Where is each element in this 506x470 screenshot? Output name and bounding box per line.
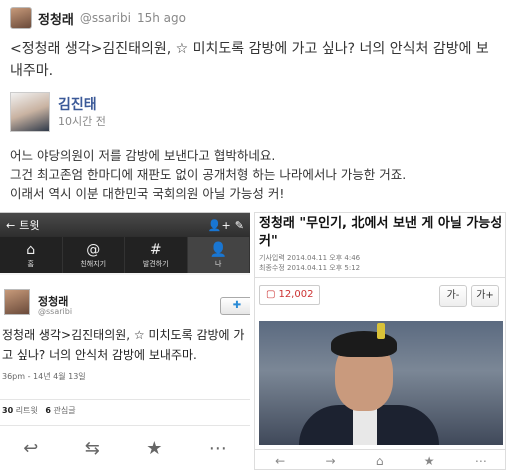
- favorite-label: 관심글: [53, 406, 76, 415]
- divider: [255, 277, 505, 278]
- avatar[interactable]: [10, 7, 32, 29]
- star-icon: ★: [146, 438, 163, 459]
- article-photo: [259, 321, 503, 445]
- back-arrow-icon: ←: [6, 218, 16, 232]
- article-published: 기사입력 2014.04.11 오후 4:46: [259, 254, 361, 262]
- home-icon: ⌂: [26, 241, 36, 258]
- news-article-screenshot: 정청래 "무인기, 北에서 보낸 게 아닐 가능성 커" 기사입력 2014.0…: [254, 212, 506, 470]
- photo-shirt: [353, 405, 377, 445]
- add-user-icon: 👤+: [207, 218, 231, 232]
- article-meta: 기사입력 2014.04.11 오후 4:46 최종수정 2014.04.11 …: [259, 253, 360, 273]
- retweet-icon: ⇆: [84, 438, 100, 459]
- article-title: 정청래 "무인기, 北에서 보낸 게 아닐 가능성 커": [259, 216, 503, 249]
- more-icon: ⋯: [208, 438, 227, 459]
- app-topbar: ← 트윗 👤+ ✎: [0, 213, 250, 237]
- back-icon: ←: [275, 453, 286, 468]
- tweet-card: 정청래 @ssaribi ✚ 정청래 생각>김진태의원, ☆ 미치도록 감방에 …: [0, 275, 250, 470]
- photo-hair: [331, 331, 397, 357]
- comment-count-badge: ▢ 12,002: [259, 285, 321, 305]
- comment-count: 12,002: [278, 289, 314, 300]
- tab-discover: # 발견하기: [125, 237, 188, 273]
- tweet-text: <정청래 생각>김진태의원, ☆ 미치도록 감방에 가고 싶나? 너의 안식처 …: [10, 41, 489, 79]
- compose-icon: ✎: [234, 218, 244, 232]
- comment-icon: ▢: [266, 289, 276, 300]
- article-updated: 최종수정 2014.04.11 오후 5:12: [259, 264, 361, 272]
- retweet-count: 30: [2, 406, 14, 415]
- post-body: 어느 야당의원이 저를 감방에 보낸다고 협박하네요. 그건 최고존엄 한마디에…: [10, 146, 502, 203]
- forward-icon: →: [325, 453, 336, 468]
- tab-label: 발견하기: [142, 259, 169, 268]
- tweet-meta: 36pm - 14년 4월 13일: [2, 372, 86, 381]
- browser-nav: ← → ⌂ ★ ⋯: [255, 449, 505, 469]
- twitter-app-screenshot: ← 트윗 👤+ ✎ ⌂ 홈 @ 친해지기 # 발견하기 👤 나 정청래 @ssaribi…: [0, 212, 250, 470]
- post-line: 이래서 역시 이분 대한민국 국회의원 아닐 가능성 커!: [10, 186, 285, 201]
- avatar: [4, 289, 30, 315]
- photo-mic: [377, 323, 385, 339]
- tweet-author-handle: @ssaribi: [38, 307, 73, 316]
- tweet-actions: ↩ ⇆ ★ ⋯: [0, 425, 250, 470]
- at-icon: @: [86, 241, 101, 258]
- tweet-stats: 30 리트윗 6 관심글: [0, 399, 250, 419]
- tab-connect: @ 친해지기: [63, 237, 125, 273]
- post-author-name: 김진태: [58, 97, 97, 113]
- follow-button: ✚: [220, 297, 250, 315]
- topbar-title: 트윗: [19, 219, 40, 232]
- post-avatar: [10, 92, 50, 132]
- post-line: 그건 최고존엄 한마디에 재판도 없이 공개처형 하는 나라에서나 가능한 거죠…: [10, 167, 407, 182]
- tab-label: 홈: [27, 259, 34, 268]
- tweet-text: 정청래 생각>김진태의원, ☆ 미치도록 감방에 가고 싶나? 너의 안식처 감…: [2, 328, 245, 362]
- reply-icon: ↩: [23, 438, 39, 459]
- app-tabbar: ⌂ 홈 @ 친해지기 # 발견하기 👤 나: [0, 237, 250, 273]
- tab-home: ⌂ 홈: [0, 237, 63, 273]
- bookmark-icon: ★: [423, 453, 435, 468]
- favorite-count: 6: [45, 406, 51, 415]
- font-decrease-button: 가-: [439, 285, 467, 307]
- tab-label: 나: [215, 259, 222, 268]
- user-icon: 👤: [209, 241, 227, 258]
- post-timestamp: 10시간 전: [58, 115, 106, 128]
- retweet-label: 리트윗: [15, 406, 38, 415]
- font-increase-button: 가+: [471, 285, 499, 307]
- menu-icon: ⋯: [474, 453, 487, 468]
- tweet-author-handle[interactable]: @ssaribi: [80, 11, 131, 25]
- hash-icon: #: [149, 241, 162, 258]
- tab-me: 👤 나: [187, 237, 250, 273]
- tab-label: 친해지기: [80, 259, 107, 268]
- post-line: 어느 야당의원이 저를 감방에 보낸다고 협박하네요.: [10, 148, 276, 163]
- tweet-header: 정청래 @ssaribi 15h ago: [10, 6, 186, 30]
- home-icon: ⌂: [375, 453, 384, 468]
- tweet-timestamp[interactable]: 15h ago: [137, 11, 186, 25]
- tweet-author-name[interactable]: 정청래: [38, 9, 74, 28]
